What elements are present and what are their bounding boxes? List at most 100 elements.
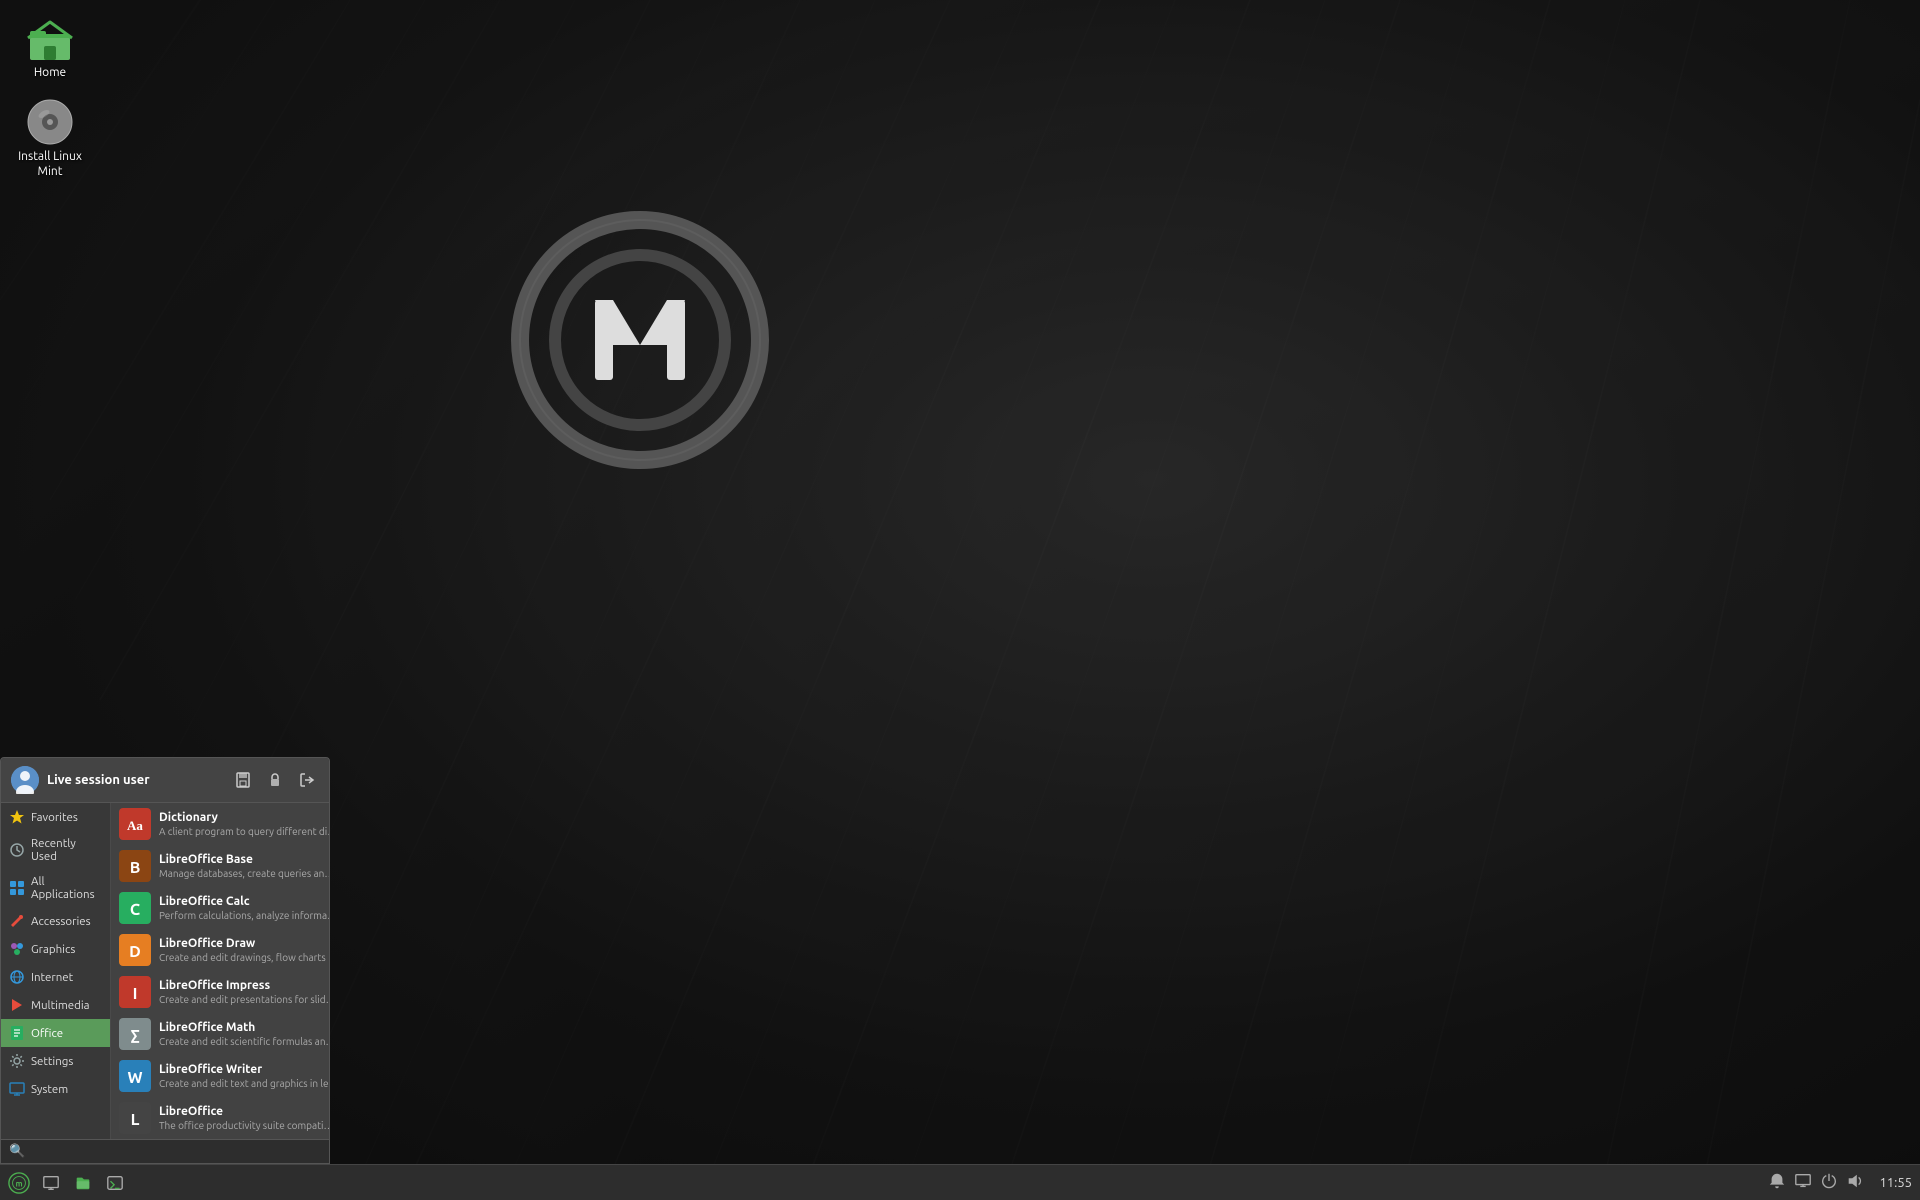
recently-used-sidebar-icon — [9, 842, 25, 858]
menu-header-actions — [231, 768, 319, 792]
svg-text:B: B — [130, 859, 141, 877]
libreoffice-math-name: LibreOffice Math — [159, 1020, 329, 1036]
accessories-sidebar-icon — [9, 913, 25, 929]
search-icon: 🔍 — [9, 1144, 25, 1159]
install-mint-disc-icon — [26, 98, 74, 146]
app-item-dictionary[interactable]: Aa Dictionary A client program to query … — [111, 803, 329, 845]
user-avatar — [11, 766, 39, 794]
menu-search-bar: 🔍 — [1, 1139, 329, 1163]
sidebar-label-favorites: Favorites — [31, 811, 78, 824]
desktop-icon-home[interactable]: Home — [10, 10, 90, 84]
libreoffice-impress-icon: I — [119, 976, 151, 1008]
dictionary-name: Dictionary — [159, 810, 329, 826]
app-item-libreoffice-base[interactable]: B LibreOffice Base Manage databases, cre… — [111, 845, 329, 887]
taskbar-mint-button[interactable]: m — [4, 1169, 34, 1197]
app-item-libreoffice-calc[interactable]: C LibreOffice Calc Perform calculations,… — [111, 887, 329, 929]
desktop-icon-install-mint[interactable]: Install LinuxMint — [10, 94, 90, 183]
menu-lock-icon[interactable] — [263, 768, 287, 792]
system-sidebar-icon — [9, 1081, 25, 1097]
desktop-icons-container: Home Install LinuxMint — [10, 10, 90, 183]
libreoffice-base-name: LibreOffice Base — [159, 852, 329, 868]
menu-username: Live session user — [47, 773, 231, 787]
sidebar-item-office[interactable]: Office — [1, 1019, 110, 1047]
taskbar-left: m — [0, 1169, 134, 1197]
libreoffice-math-icon: ∑ — [119, 1018, 151, 1050]
svg-text:W: W — [127, 1069, 142, 1087]
sidebar-label-multimedia: Multimedia — [31, 999, 90, 1012]
libreoffice-writer-desc: Create and edit text and graphics in let… — [159, 1078, 329, 1090]
sidebar-label-recently-used: Recently Used — [31, 837, 102, 863]
taskbar-show-desktop-button[interactable] — [36, 1169, 66, 1197]
taskbar-notifications-icon[interactable] — [1768, 1172, 1786, 1193]
taskbar: m — [0, 1164, 1920, 1200]
taskbar-power-icon[interactable] — [1820, 1172, 1838, 1193]
sidebar-label-office: Office — [31, 1027, 63, 1040]
libreoffice-draw-icon: D — [119, 934, 151, 966]
svg-text:D: D — [129, 943, 141, 961]
sidebar-item-settings[interactable]: Settings — [1, 1047, 110, 1075]
libreoffice-base-icon: B — [119, 850, 151, 882]
svg-text:L: L — [131, 1111, 140, 1129]
menu-body: Favorites Recently Used All Applications… — [1, 803, 329, 1139]
libreoffice-base-desc: Manage databases, create queries and r..… — [159, 868, 329, 880]
menu-header: Live session user — [1, 758, 329, 803]
app-item-libreoffice-draw[interactable]: D LibreOffice Draw Create and edit drawi… — [111, 929, 329, 971]
sidebar-item-internet[interactable]: Internet — [1, 963, 110, 991]
start-menu: Live session user Favorites Rec — [0, 757, 330, 1164]
svg-text:C: C — [130, 901, 140, 919]
linux-mint-logo — [500, 200, 780, 480]
graphics-sidebar-icon — [9, 941, 25, 957]
menu-apps-panel: Aa Dictionary A client program to query … — [111, 803, 329, 1139]
multimedia-sidebar-icon — [9, 997, 25, 1013]
libreoffice-calc-icon: C — [119, 892, 151, 924]
taskbar-clock: 11:55 — [1872, 1176, 1912, 1190]
sidebar-item-accessories[interactable]: Accessories — [1, 907, 110, 935]
sidebar-item-graphics[interactable]: Graphics — [1, 935, 110, 963]
desktop: Home Install LinuxMint — [0, 0, 1920, 1200]
sidebar-item-favorites[interactable]: Favorites — [1, 803, 110, 831]
sidebar-label-all-applications: All Applications — [31, 875, 102, 901]
libreoffice-writer-name: LibreOffice Writer — [159, 1062, 329, 1078]
taskbar-terminal-button[interactable] — [100, 1169, 130, 1197]
libreoffice-name: LibreOffice — [159, 1104, 329, 1120]
app-item-libreoffice-impress[interactable]: I LibreOffice Impress Create and edit pr… — [111, 971, 329, 1013]
libreoffice-impress-name: LibreOffice Impress — [159, 978, 329, 994]
svg-text:I: I — [133, 985, 138, 1003]
sidebar-label-settings: Settings — [31, 1055, 73, 1068]
settings-sidebar-icon — [9, 1053, 25, 1069]
sidebar-item-recently-used[interactable]: Recently Used — [1, 831, 110, 869]
libreoffice-calc-name: LibreOffice Calc — [159, 894, 329, 910]
home-folder-icon — [26, 14, 74, 62]
sidebar-item-system[interactable]: System — [1, 1075, 110, 1103]
dictionary-desc: A client program to query different dict… — [159, 826, 329, 838]
sidebar-label-system: System — [31, 1083, 68, 1096]
office-sidebar-icon — [9, 1025, 25, 1041]
search-input[interactable] — [29, 1144, 321, 1159]
menu-save-icon[interactable] — [231, 768, 255, 792]
sidebar-label-accessories: Accessories — [31, 915, 91, 928]
libreoffice-icon: L — [119, 1102, 151, 1134]
sidebar-label-graphics: Graphics — [31, 943, 75, 956]
libreoffice-calc-desc: Perform calculations, analyze informati.… — [159, 910, 329, 922]
sidebar-item-multimedia[interactable]: Multimedia — [1, 991, 110, 1019]
app-item-libreoffice[interactable]: L LibreOffice The office productivity su… — [111, 1097, 329, 1139]
sidebar-item-all-applications[interactable]: All Applications — [1, 869, 110, 907]
taskbar-display-icon[interactable] — [1794, 1172, 1812, 1193]
menu-logout-icon[interactable] — [295, 768, 319, 792]
app-item-libreoffice-math[interactable]: ∑ LibreOffice Math Create and edit scien… — [111, 1013, 329, 1055]
dictionary-icon: Aa — [119, 808, 151, 840]
all-applications-sidebar-icon — [9, 880, 25, 896]
libreoffice-writer-icon: W — [119, 1060, 151, 1092]
libreoffice-math-desc: Create and edit scientific formulas and … — [159, 1036, 329, 1048]
taskbar-volume-icon[interactable] — [1846, 1172, 1864, 1193]
menu-sidebar: Favorites Recently Used All Applications… — [1, 803, 111, 1139]
libreoffice-draw-name: LibreOffice Draw — [159, 936, 329, 952]
svg-text:∑: ∑ — [131, 1027, 140, 1045]
favorites-sidebar-icon — [9, 809, 25, 825]
taskbar-files-button[interactable] — [68, 1169, 98, 1197]
svg-text:Aa: Aa — [127, 818, 143, 833]
taskbar-right: 11:55 — [1760, 1172, 1920, 1193]
app-item-libreoffice-writer[interactable]: W LibreOffice Writer Create and edit tex… — [111, 1055, 329, 1097]
libreoffice-desc: The office productivity suite compatible… — [159, 1120, 329, 1132]
libreoffice-impress-desc: Create and edit presentations for slides… — [159, 994, 329, 1006]
